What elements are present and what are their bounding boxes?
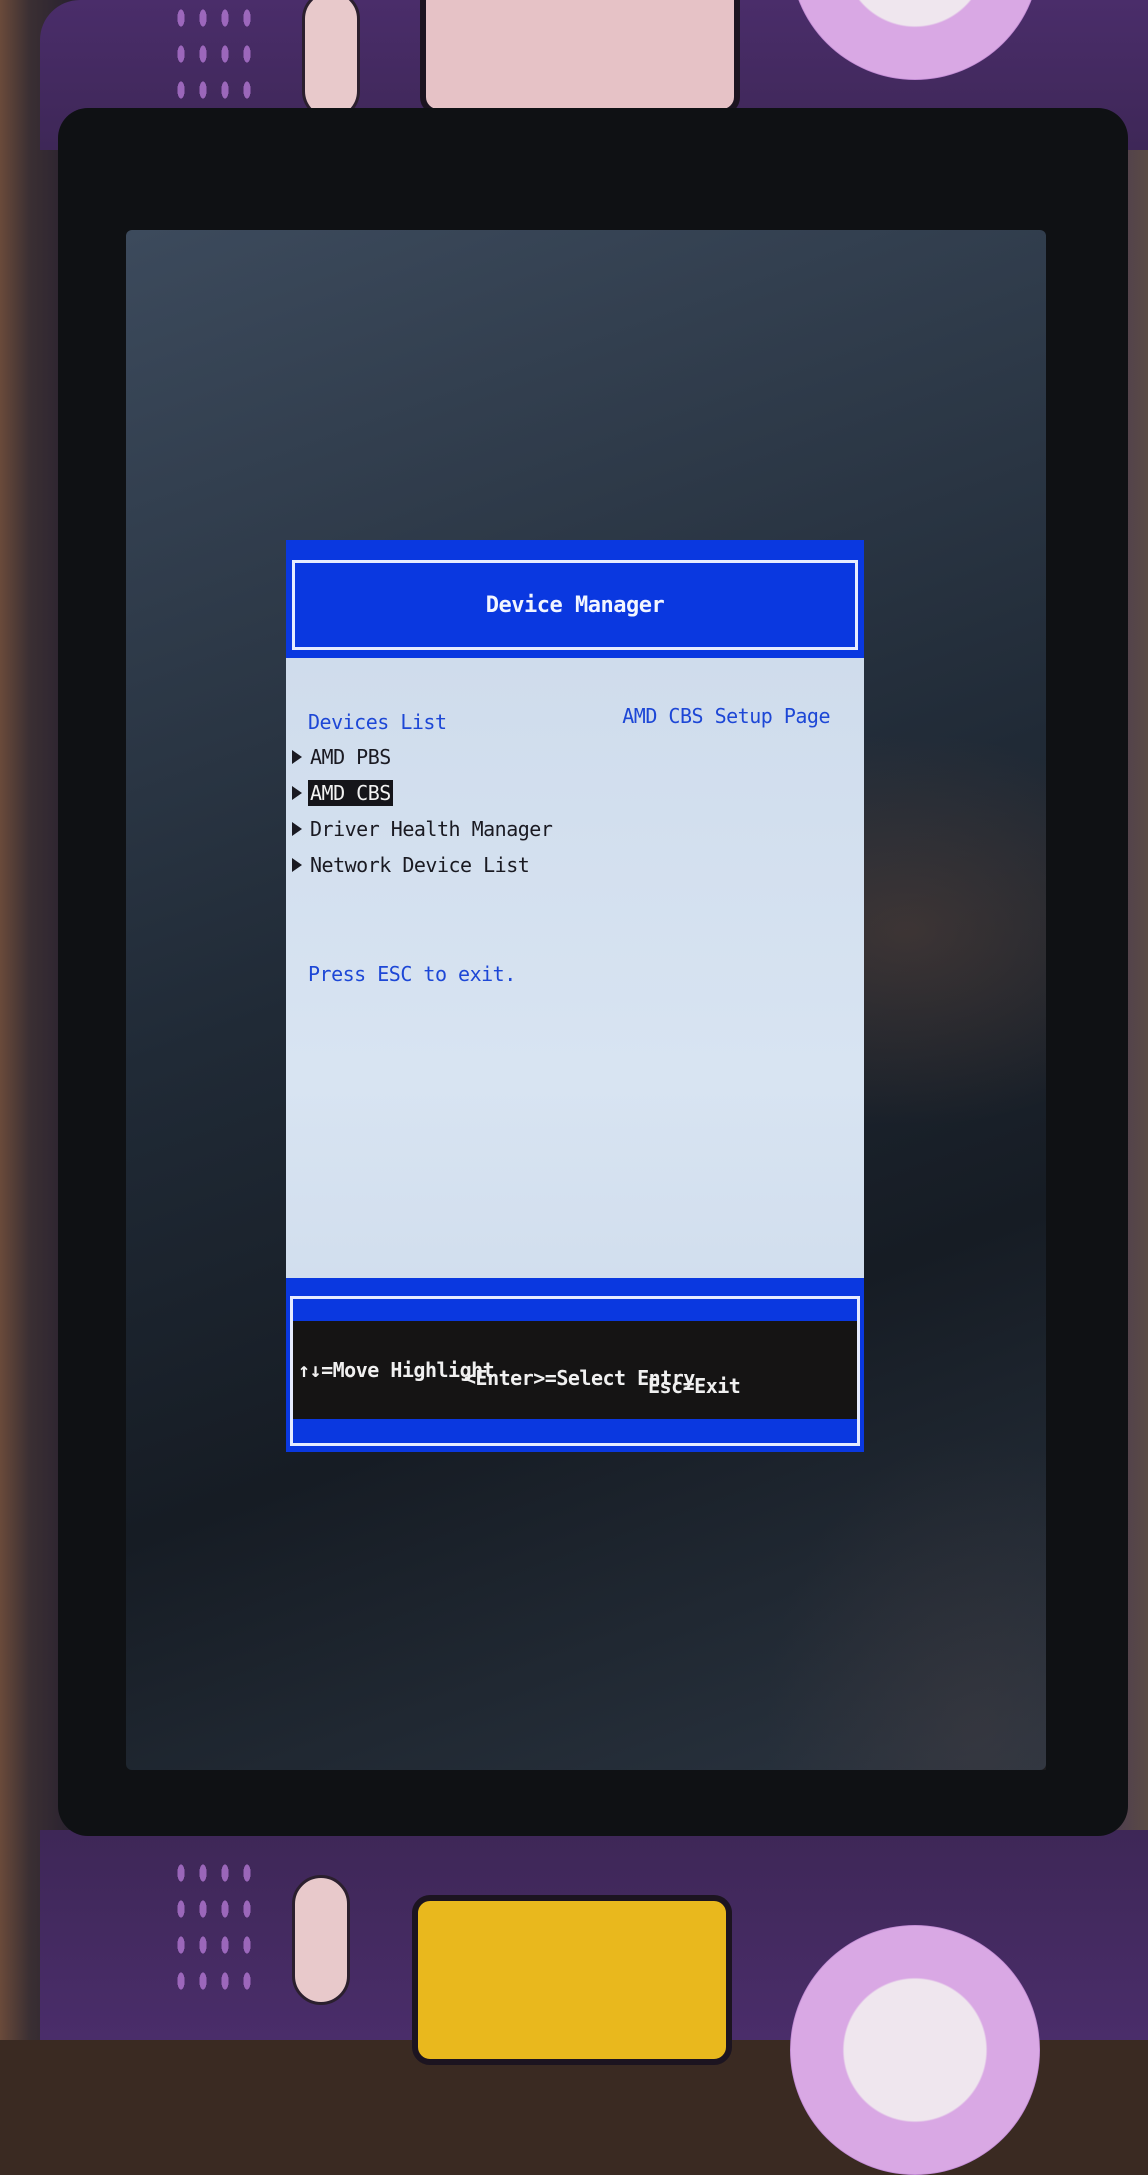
shoulder-button-top[interactable]: [420, 0, 740, 115]
triangle-right-icon: [292, 750, 302, 764]
menu-item-amd-cbs[interactable]: AMD CBS: [292, 780, 393, 806]
menu-item-amd-pbs[interactable]: AMD PBS: [292, 744, 393, 770]
exit-note: Press ESC to exit.: [308, 962, 516, 986]
menu-item-label: AMD PBS: [310, 745, 391, 769]
help-panel-title: AMD CBS Setup Page: [622, 704, 830, 728]
menu-item-label: Driver Health Manager: [310, 817, 553, 841]
triangle-right-icon: [292, 822, 302, 836]
devices-list-title: Devices List: [308, 710, 447, 734]
handheld-device: Device Manager Devices List AMD CBS Setu…: [0, 0, 1148, 2175]
menu-item-network-device-list[interactable]: Network Device List: [292, 852, 531, 878]
menu-item-driver-health-manager[interactable]: Driver Health Manager: [292, 816, 554, 842]
thumbstick-bottom[interactable]: [790, 1925, 1040, 2175]
menu-item-label: AMD CBS: [308, 780, 393, 806]
view-button[interactable]: [302, 0, 360, 120]
triangle-right-icon: [292, 786, 302, 800]
page-title: Device Manager: [485, 592, 665, 618]
bios-header-frame: Device Manager: [292, 560, 858, 650]
triangle-right-icon: [292, 858, 302, 872]
bios-header: Device Manager: [286, 540, 864, 668]
speaker-grille-bottom: [170, 1855, 260, 1995]
hint-exit: Esc=Exit: [648, 1374, 741, 1398]
bios-window: Device Manager Devices List AMD CBS Setu…: [286, 540, 864, 1452]
menu-button[interactable]: [292, 1875, 350, 2005]
menu-item-label: Network Device List: [310, 853, 530, 877]
